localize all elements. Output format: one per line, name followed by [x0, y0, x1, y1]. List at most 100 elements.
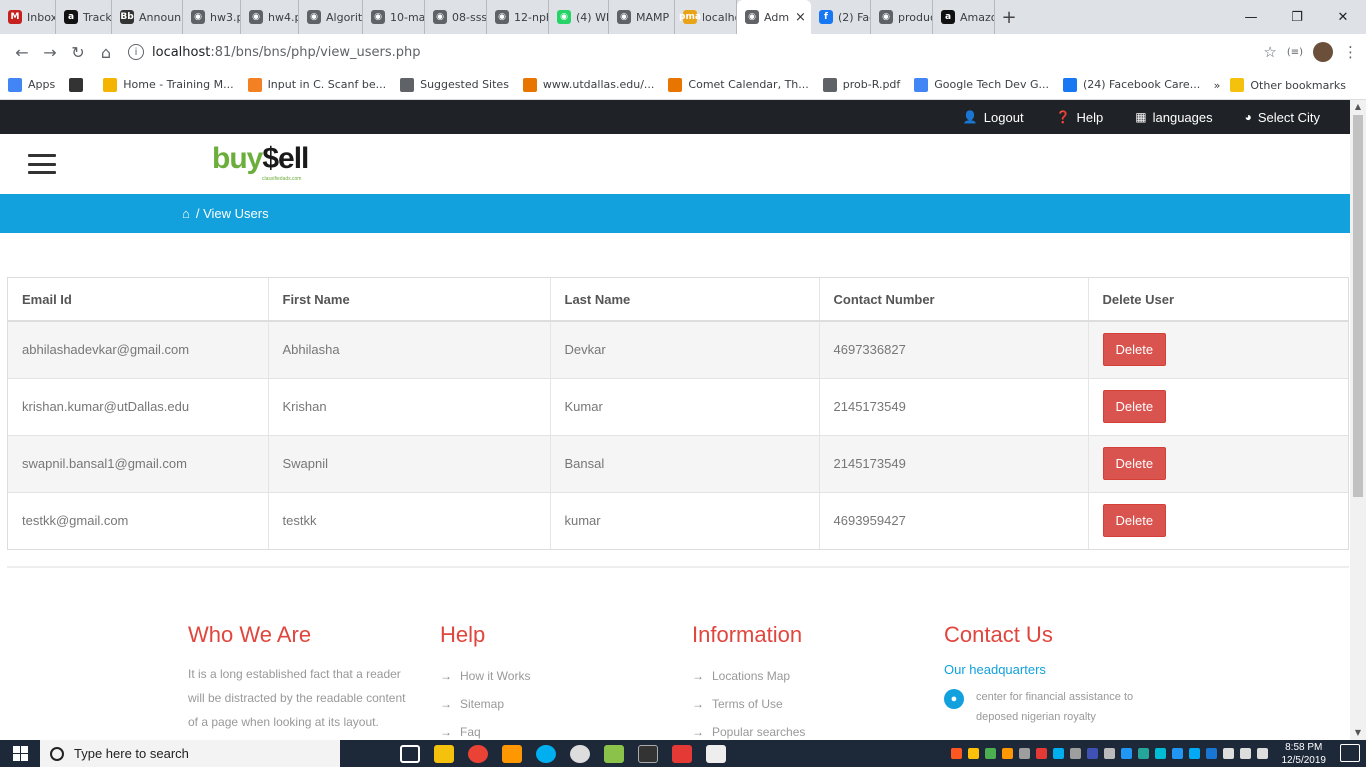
minimize-icon[interactable]: —: [1228, 0, 1274, 34]
forward-icon[interactable]: →: [36, 38, 64, 66]
site-logo[interactable]: buy$ell classifiedads.com: [212, 142, 309, 182]
delete-user-button[interactable]: Delete: [1102, 447, 1167, 480]
chrome-icon[interactable]: [468, 744, 488, 763]
close-window-icon[interactable]: ✕: [1320, 0, 1366, 34]
select-city-link[interactable]: ◕ Select City: [1245, 110, 1320, 125]
bookmark-item[interactable]: Suggested Sites: [400, 77, 509, 92]
tray-icon[interactable]: [1086, 748, 1098, 759]
bookmark-item[interactable]: Apps: [8, 77, 55, 92]
bookmark-item[interactable]: Input in C. Scanf be...: [247, 77, 386, 92]
extension-icon[interactable]: (≡): [1287, 47, 1303, 58]
bookmark-item[interactable]: Home - Training M...: [103, 77, 234, 92]
photos-icon[interactable]: [706, 744, 726, 763]
home-icon[interactable]: ⌂: [182, 206, 190, 221]
tray-icon[interactable]: [1052, 748, 1064, 759]
browser-tab[interactable]: ◉ Adm ×: [737, 0, 811, 34]
tab-favicon-icon: ◉: [557, 10, 571, 24]
bookmark-star-icon[interactable]: ☆: [1263, 43, 1276, 61]
tray-icon[interactable]: [1001, 748, 1013, 759]
menu-kebab-icon[interactable]: ⋮: [1343, 43, 1358, 61]
browser-tab[interactable]: a Track Pa: [56, 0, 112, 34]
browser-tab[interactable]: ◉ 12-nph: [487, 0, 549, 34]
browser-tab[interactable]: pmalocalho: [675, 0, 737, 34]
tray-icon[interactable]: [1137, 748, 1149, 759]
acrobat-icon[interactable]: [672, 744, 692, 763]
tray-icon[interactable]: [984, 748, 996, 759]
scroll-down-icon[interactable]: ▼: [1350, 726, 1366, 740]
help-link[interactable]: ❓ Help: [1056, 110, 1104, 125]
languages-link[interactable]: ▦ languages: [1135, 110, 1212, 125]
battery-icon[interactable]: [1222, 748, 1234, 759]
tray-icon[interactable]: [1018, 748, 1030, 759]
tray-icon[interactable]: [950, 748, 962, 759]
bookmark-item[interactable]: (24) Facebook Care...: [1062, 77, 1200, 92]
browser-tab[interactable]: ◉ 08-sssp: [425, 0, 487, 34]
more-bookmarks-icon[interactable]: »: [1214, 79, 1221, 92]
bookmark-item[interactable]: www.utdallas.edu/...: [522, 77, 654, 92]
action-center-icon[interactable]: [1340, 744, 1360, 762]
tray-icon[interactable]: [1188, 748, 1200, 759]
delete-user-button[interactable]: Delete: [1102, 333, 1167, 367]
tray-icon[interactable]: [1120, 748, 1132, 759]
page-scrollbar[interactable]: ▲ ▼: [1350, 100, 1366, 740]
bluetooth-icon[interactable]: [1171, 748, 1183, 759]
browser-tab[interactable]: ◉ 10-max: [363, 0, 425, 34]
bookmark-item[interactable]: Comet Calendar, Th...: [668, 77, 809, 92]
tray-icon[interactable]: [1103, 748, 1115, 759]
tab-favicon-icon: ◉: [249, 10, 263, 24]
browser-tab[interactable]: ◉ product: [871, 0, 933, 34]
windows-start-icon[interactable]: [0, 740, 40, 767]
browser-tab[interactable]: ◉ (4) Wha: [549, 0, 609, 34]
tray-icon[interactable]: [1205, 748, 1217, 759]
site-topbar: 👤 Logout ❓ Help ▦ languages ◕ Select City: [0, 100, 1350, 134]
hamburger-menu-icon[interactable]: [28, 154, 56, 174]
browser-tab[interactable]: ◉ hw3.pdf: [183, 0, 241, 34]
browser-tab[interactable]: M Inbox (3: [0, 0, 56, 34]
new-tab-icon[interactable]: +: [995, 0, 1023, 34]
browser-tab[interactable]: ◉ MAMP: [609, 0, 675, 34]
close-tab-icon[interactable]: ×: [795, 10, 806, 25]
delete-user-button[interactable]: Delete: [1102, 390, 1167, 423]
skype-icon[interactable]: [536, 744, 556, 763]
delete-user-button[interactable]: Delete: [1102, 504, 1167, 538]
bookmark-item[interactable]: Google Tech Dev G...: [914, 77, 1049, 92]
taskbar-search[interactable]: Type here to search: [40, 740, 340, 767]
footer-link[interactable]: → How it Works: [440, 662, 530, 690]
address-bar[interactable]: i localhost:81/bns/bns/php/view_users.ph…: [128, 38, 1255, 66]
other-bookmarks[interactable]: Other bookmarks: [1230, 78, 1346, 92]
browser-tab[interactable]: ◉ Algorith: [299, 0, 363, 34]
file-explorer-icon[interactable]: [434, 744, 454, 763]
wifi-icon[interactable]: [1239, 748, 1251, 759]
logout-link[interactable]: 👤 Logout: [963, 110, 1024, 125]
footer-link[interactable]: → Locations Map: [692, 662, 805, 690]
volume-icon[interactable]: [1256, 748, 1268, 759]
browser-tab[interactable]: f (2) Face: [811, 0, 871, 34]
info-icon[interactable]: i: [128, 44, 144, 60]
bookmark-item[interactable]: [69, 77, 89, 92]
browser-tab[interactable]: ◉ hw4.pdf: [241, 0, 299, 34]
maximize-icon[interactable]: ❐: [1274, 0, 1320, 34]
terminal-icon[interactable]: [638, 744, 658, 763]
scrollbar-thumb[interactable]: [1353, 115, 1363, 497]
task-view-icon[interactable]: [400, 744, 420, 763]
browser-tab[interactable]: Bb Announ: [112, 0, 183, 34]
tray-icon[interactable]: [967, 748, 979, 759]
github-icon[interactable]: [570, 744, 590, 763]
footer-link[interactable]: → Sitemap: [440, 690, 530, 718]
tray-icon[interactable]: [1069, 748, 1081, 759]
question-icon: ❓: [1055, 110, 1071, 124]
reload-icon[interactable]: ↻: [64, 38, 92, 66]
tray-icon[interactable]: [1154, 748, 1166, 759]
sublime-icon[interactable]: [502, 744, 522, 763]
bookmark-item[interactable]: prob-R.pdf: [822, 77, 900, 92]
app-icon[interactable]: [604, 744, 624, 763]
browser-tab[interactable]: a Amazon: [933, 0, 995, 34]
tray-icon[interactable]: [1035, 748, 1047, 759]
scroll-up-icon[interactable]: ▲: [1350, 100, 1366, 114]
home-icon[interactable]: ⌂: [92, 38, 120, 66]
window-controls: — ❐ ✕: [1228, 0, 1366, 34]
profile-avatar[interactable]: [1313, 42, 1333, 62]
back-icon[interactable]: ←: [8, 38, 36, 66]
taskbar-clock[interactable]: 8:58 PM 12/5/2019: [1282, 741, 1327, 767]
footer-link[interactable]: → Terms of Use: [692, 690, 805, 718]
